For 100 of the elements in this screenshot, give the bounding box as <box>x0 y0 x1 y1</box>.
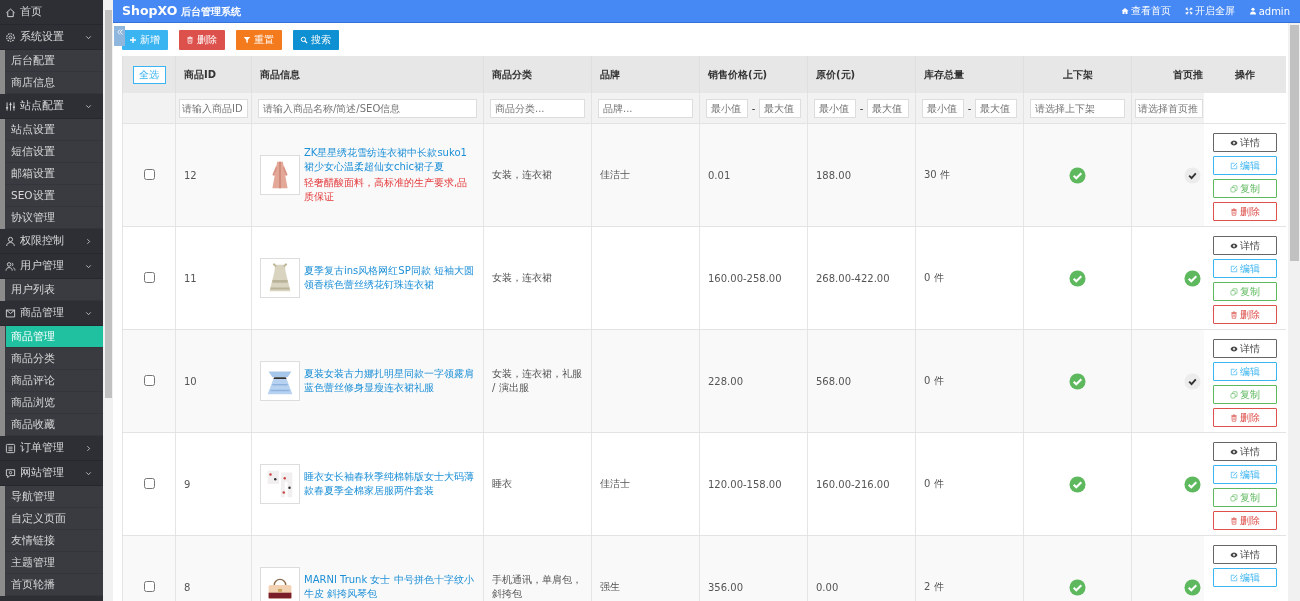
table-cell: 佳洁士 <box>591 432 700 536</box>
filter-field[interactable]: 品牌... <box>598 98 693 118</box>
app-title: ShopXO <box>122 3 178 18</box>
table-cell: 2 件 <box>915 535 1024 601</box>
filter-field[interactable]: 请输入商品名称/简述/SEO信息 <box>258 98 477 118</box>
search-button[interactable]: 搜索 <box>293 30 339 50</box>
column-header: 首页推 <box>1172 68 1203 80</box>
row-checkbox[interactable] <box>143 271 155 283</box>
filter-field[interactable]: 最小值 <box>814 98 856 118</box>
list-icon <box>5 442 16 454</box>
sliders-icon <box>5 100 16 112</box>
row-checkbox[interactable] <box>143 477 155 489</box>
table-cell: 188.00 <box>807 123 916 227</box>
row-checkbox[interactable] <box>143 580 155 592</box>
delete-button[interactable]: 删除 <box>1212 511 1277 530</box>
filter-field[interactable]: 请选择首页推 <box>1135 98 1203 118</box>
range-separator: - <box>751 102 756 114</box>
edit-icon <box>1229 161 1238 170</box>
table-cell: 佳洁士 <box>591 123 700 227</box>
delete-button[interactable]: 删除 <box>1212 305 1277 324</box>
gear-icon <box>5 31 16 43</box>
eye-icon <box>1229 550 1238 559</box>
table-cell: 10 <box>175 329 252 433</box>
range-separator: - <box>967 102 972 114</box>
eye-icon <box>1229 447 1238 456</box>
edit-icon <box>1229 573 1238 582</box>
filter-field[interactable]: 最小值 <box>922 98 964 118</box>
table-cell: 睡衣 <box>483 432 592 536</box>
trash-icon <box>1229 413 1238 422</box>
eye-icon <box>1229 344 1238 353</box>
eye-icon <box>1229 241 1238 250</box>
trash-icon <box>186 36 194 44</box>
detail-button[interactable]: 详情 <box>1212 236 1277 255</box>
row-checkbox[interactable] <box>143 168 155 180</box>
filter-field[interactable]: 商品分类... <box>490 98 585 118</box>
product-subtitle: 轻奢醋酸面料，高标准的生产要求,品质保证 <box>304 176 469 204</box>
table-cell: 160.00-258.00 <box>699 226 808 330</box>
detail-button[interactable]: 详情 <box>1212 339 1277 358</box>
table-cell: 268.00-422.00 <box>807 226 916 330</box>
filter-icon <box>243 36 251 44</box>
table-cell: 0.00 <box>807 535 916 601</box>
product-title[interactable]: ZK星星绣花雪纺连衣裙中长款suko1裙少女心温柔超仙女chic裙子夏 <box>304 146 475 174</box>
detail-button[interactable]: 详情 <box>1212 133 1277 152</box>
copy-icon <box>1229 493 1238 502</box>
delete-button[interactable]: 删除 <box>179 30 225 50</box>
column-header: 库存总量 <box>924 68 964 80</box>
tray-icon <box>5 307 16 319</box>
edit-icon <box>1229 470 1238 479</box>
table-cell: 强生 <box>591 535 700 601</box>
detail-button[interactable]: 详情 <box>1212 442 1277 461</box>
delete-button[interactable]: 删除 <box>1212 202 1277 221</box>
filter-field[interactable]: 最大值 <box>759 98 801 118</box>
edit-icon <box>1229 367 1238 376</box>
copy-icon <box>1229 390 1238 399</box>
search-icon <box>300 36 308 44</box>
scrollbar[interactable] <box>103 0 113 601</box>
table-cell: 0 件 <box>915 329 1024 433</box>
product-title[interactable]: 夏装女装古力娜扎明星同款一字领露肩蓝色蕾丝修身显瘦连衣裙礼服 <box>304 367 475 395</box>
table-cell: 0 件 <box>915 432 1024 536</box>
app-subtitle: 后台管理系统 <box>181 5 242 19</box>
product-title[interactable]: 夏季复古ins风格网红SP同款 短袖大圆领香槟色蕾丝绣花钉珠连衣裙 <box>304 264 475 292</box>
copy-icon <box>1229 287 1238 296</box>
column-header: 销售价格(元) <box>708 68 768 80</box>
edit-icon <box>1229 264 1238 273</box>
filter-field[interactable]: 最大值 <box>975 98 1017 118</box>
table-cell: 0 件 <box>915 226 1024 330</box>
filter-field[interactable]: 请输入商品ID <box>179 98 248 118</box>
column-header: 商品信息 <box>260 68 300 80</box>
home-icon <box>1120 7 1129 15</box>
table-cell: 356.00 <box>699 535 808 601</box>
detail-button[interactable]: 详情 <box>1212 545 1277 564</box>
eye-icon <box>1229 138 1238 147</box>
chevron-right-icon <box>84 236 93 246</box>
chevron-right-icon <box>84 443 93 453</box>
column-header: 商品ID <box>184 68 217 80</box>
table-cell: 568.00 <box>807 329 916 433</box>
expand-icon <box>1184 7 1193 15</box>
table-cell: 11 <box>175 226 252 330</box>
copy-icon <box>1229 184 1238 193</box>
users-icon <box>5 260 16 272</box>
column-header: 品牌 <box>600 68 620 80</box>
table-cell: 8 <box>175 535 252 601</box>
table-cell: 9 <box>175 432 252 536</box>
plus-icon <box>129 36 137 44</box>
scrollbar[interactable] <box>1288 23 1300 601</box>
table-cell: 120.00-158.00 <box>699 432 808 536</box>
filter-field[interactable]: 最小值 <box>706 98 748 118</box>
trash-icon <box>1229 310 1238 319</box>
row-checkbox[interactable] <box>143 374 155 386</box>
trash-icon <box>1229 516 1238 525</box>
table-cell: 160.00-216.00 <box>807 432 916 536</box>
filter-field[interactable]: 请选择上下架 <box>1030 98 1125 118</box>
delete-button[interactable]: 删除 <box>1212 408 1277 427</box>
column-header: 原价(元) <box>816 68 856 80</box>
filter-field[interactable]: 最大值 <box>867 98 909 118</box>
column-header: 上下架 <box>1062 68 1093 80</box>
product-title[interactable]: 睡衣女长袖春秋季纯棉韩版女士大码薄款春夏季全棉家居服两件套装 <box>304 470 475 498</box>
trash-icon <box>1229 207 1238 216</box>
table-cell: 女装，连衣裙，礼服 / 演出服 <box>483 329 592 433</box>
user-icon <box>1248 7 1257 15</box>
